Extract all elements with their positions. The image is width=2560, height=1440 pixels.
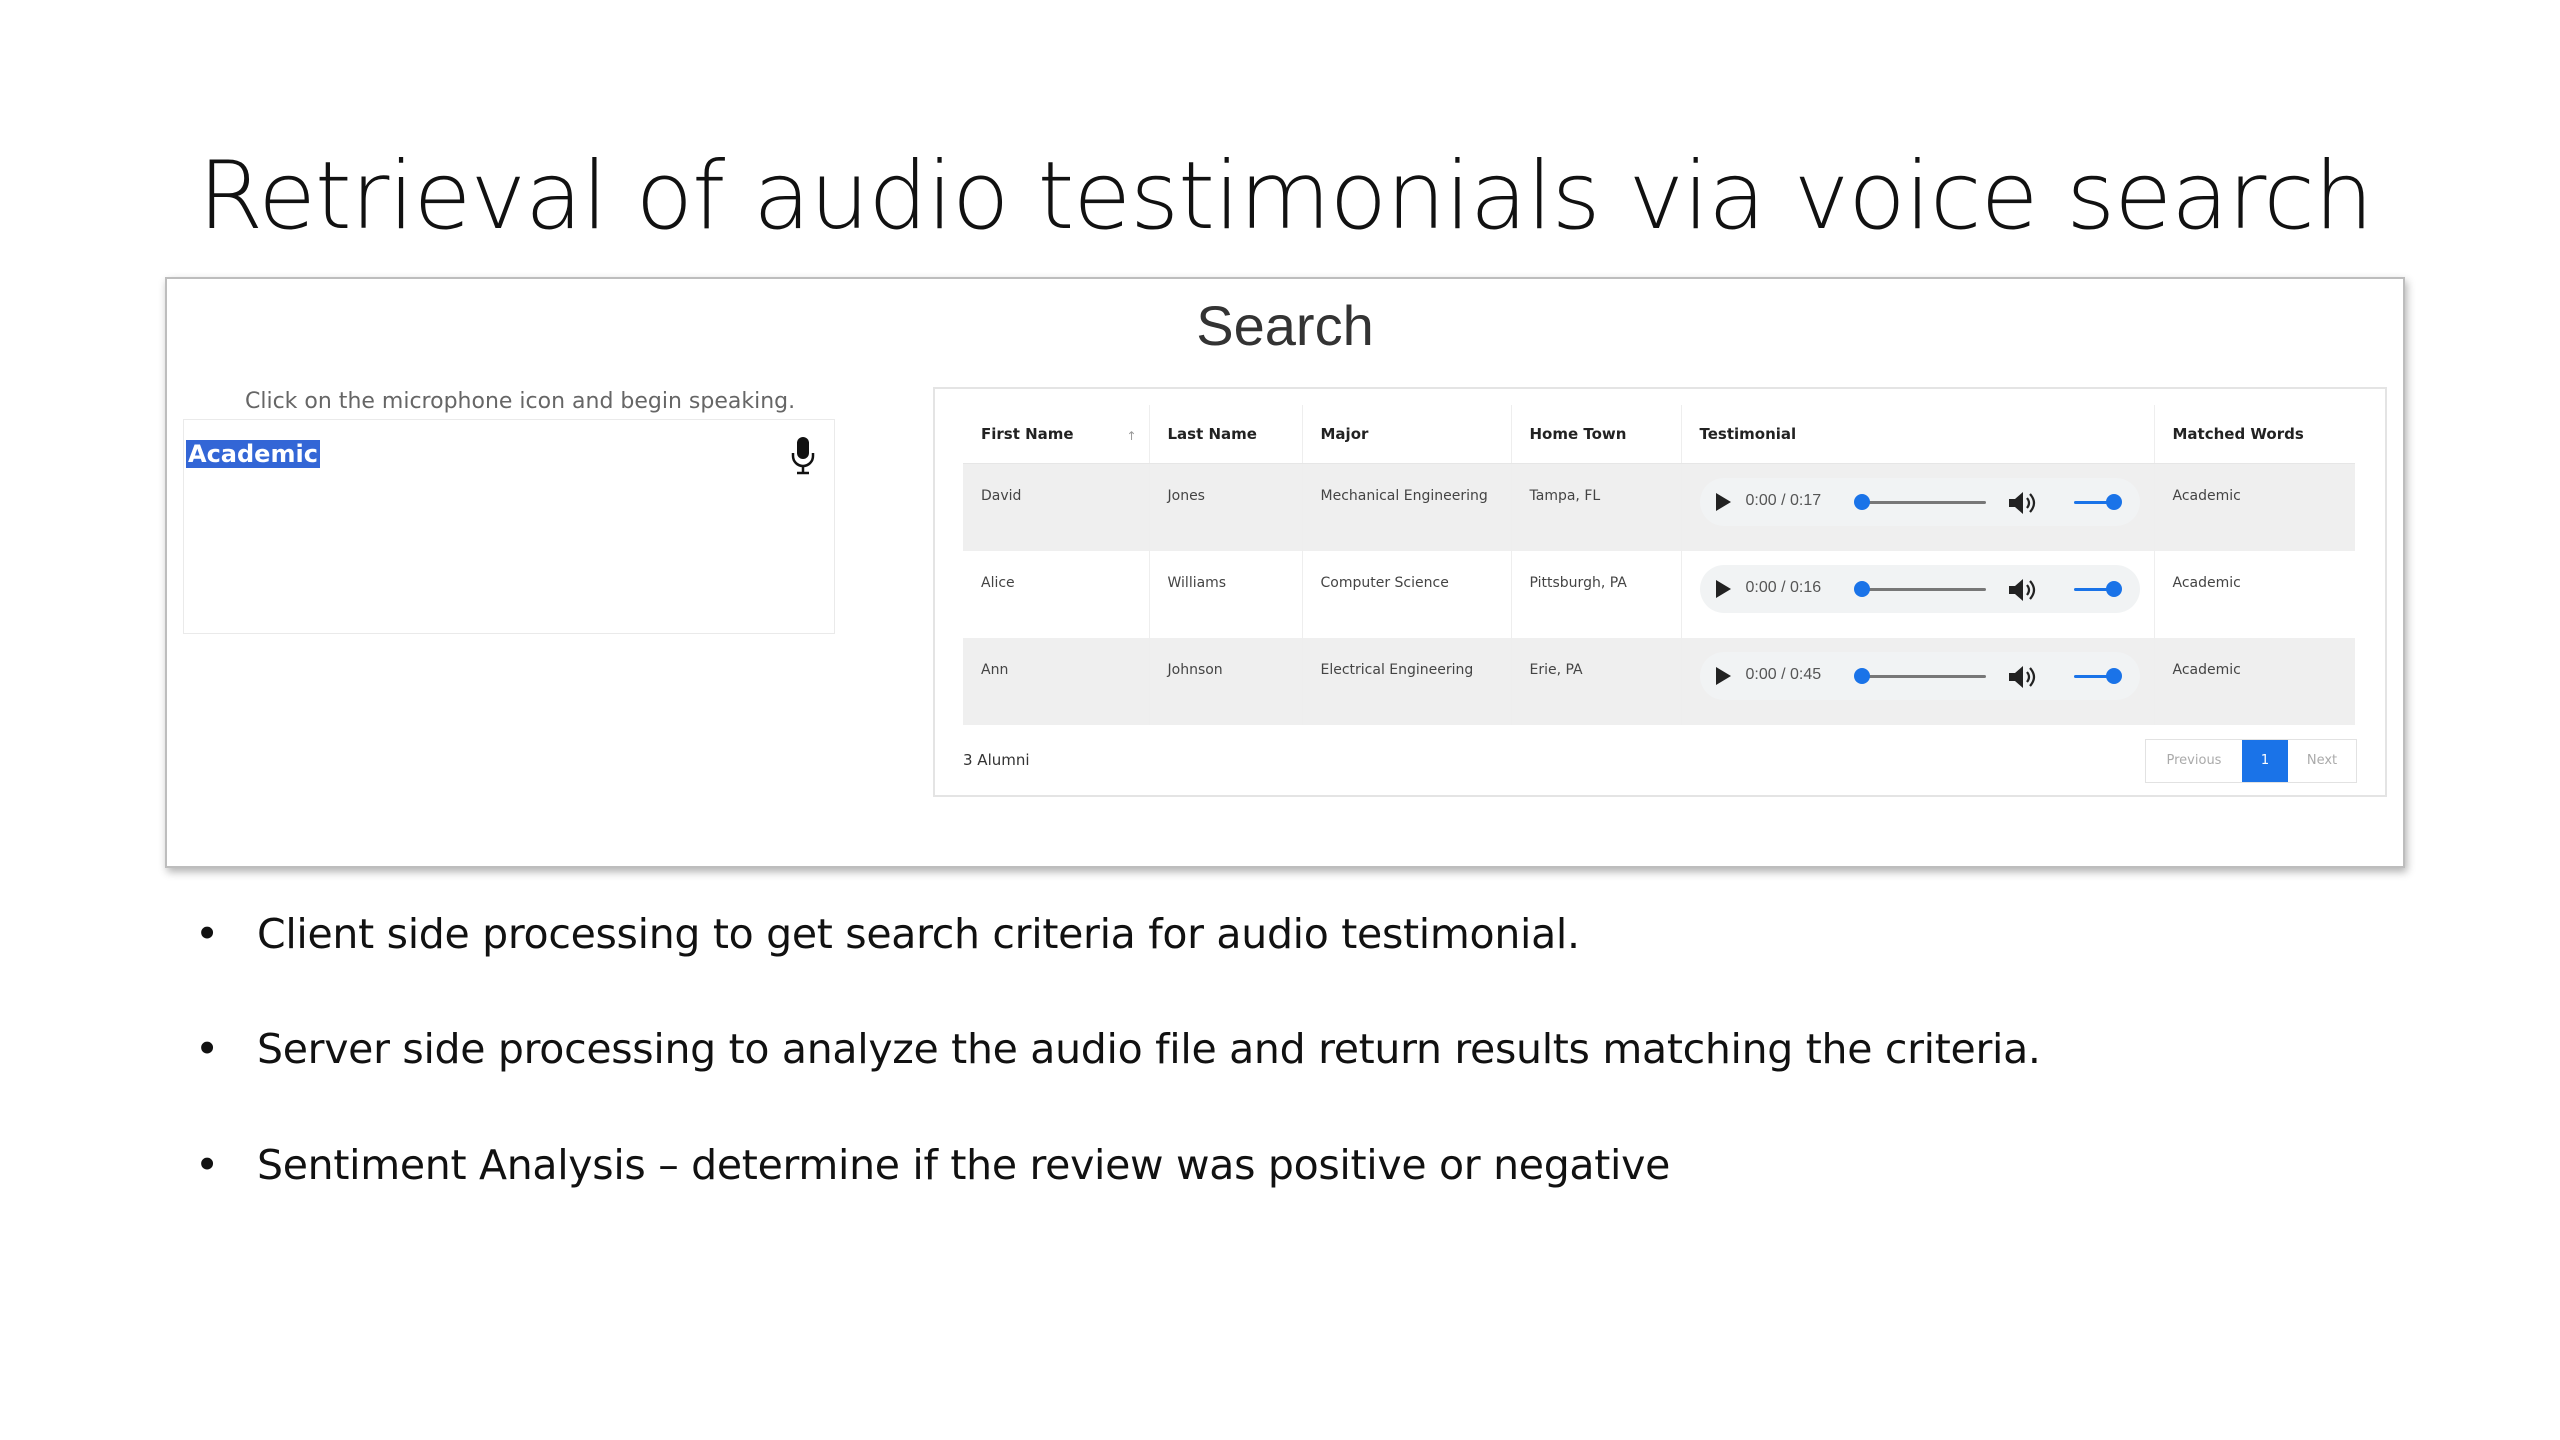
audio-time: 0:00 / 0:17 [1745,492,1822,509]
audio-player[interactable]: 0:00 / 0:45 [1699,651,2140,700]
cell-home-town: Erie, PA [1510,637,1681,725]
cell-home-town: Pittsburgh, PA [1510,550,1681,638]
seek-knob[interactable] [1853,580,1870,597]
cell-major: Computer Science [1301,550,1511,638]
play-icon[interactable] [1714,666,1732,686]
voice-hint: Click on the microphone icon and begin s… [245,389,796,414]
screenshot-frame: Search Click on the microphone icon and … [165,277,2405,868]
volume-icon[interactable] [2007,577,2037,603]
cell-last-name: Jones [1148,463,1302,551]
column-header-matched-words[interactable]: Matched Words [2153,405,2355,464]
volume-slider[interactable] [2073,580,2122,597]
audio-time: 0:00 / 0:16 [1745,578,1822,596]
table-row: Alice Williams Computer Science Pittsbur… [963,550,2355,638]
bullet-icon: • [195,1141,220,1189]
sort-asc-icon: ↑ [1126,429,1137,443]
cell-last-name: Williams [1148,550,1302,638]
cell-major: Mechanical Engineering [1301,463,1511,551]
pagination: Previous 1 Next [2145,739,2357,783]
table-row: Ann Johnson Electrical Engineering Erie,… [963,637,2355,725]
seek-slider[interactable] [1853,667,1986,684]
audio-player[interactable]: 0:00 / 0:16 [1699,564,2140,613]
cell-matched-words: Academic [2153,463,2355,551]
seek-slider[interactable] [1853,580,1986,597]
cell-testimonial: 0:00 / 0:45 [1680,637,2154,725]
volume-icon[interactable] [2007,664,2037,690]
seek-knob[interactable] [1853,494,1870,510]
bullet-text: Sentiment Analysis – determine if the re… [257,1141,1670,1189]
cell-matched-words: Academic [2153,637,2355,725]
play-icon[interactable] [1714,579,1732,599]
bullet-icon: • [195,1025,220,1073]
cell-first-name: Alice [963,550,1149,638]
table-info: 3 Alumni [963,751,1030,769]
cell-home-town: Tampa, FL [1510,463,1681,551]
column-header-first-name[interactable]: First Name ↑ [963,405,1149,464]
audio-time: 0:00 / 0:45 [1745,665,1822,683]
volume-knob[interactable] [2105,580,2122,597]
slide-title: Retrieval of audio testimonials via voic… [198,142,2374,251]
cell-first-name: Ann [963,637,1149,725]
audio-player[interactable]: 0:00 / 0:17 [1699,478,2140,526]
cell-matched-words: Academic [2153,550,2355,638]
volume-icon[interactable] [2007,490,2037,516]
bullet-text: Client side processing to get search cri… [257,910,1580,958]
table-header-row: First Name ↑ Last Name Major Home Town Te… [963,405,2355,464]
cell-major: Electrical Engineering [1301,637,1511,725]
bullet-text: Server side processing to analyze the au… [257,1025,2041,1073]
cell-testimonial: 0:00 / 0:17 [1680,463,2154,551]
recognized-text: Academic [186,440,320,468]
column-header-testimonial[interactable]: Testimonial [1680,405,2154,464]
cell-testimonial: 0:00 / 0:16 [1680,550,2154,638]
bullet-icon: • [195,910,220,958]
column-header-last-name[interactable]: Last Name [1148,405,1302,464]
voice-input-box[interactable]: Academic [183,419,835,634]
results-panel: First Name ↑ Last Name Major Home Town Te… [933,387,2387,797]
seek-slider[interactable] [1853,494,1986,510]
cell-first-name: David [963,463,1149,551]
cell-last-name: Johnson [1148,637,1302,725]
volume-slider[interactable] [2073,667,2122,684]
microphone-icon[interactable] [790,436,816,476]
volume-slider[interactable] [2073,494,2122,510]
table-row: David Jones Mechanical Engineering Tampa… [963,463,2355,551]
play-icon[interactable] [1714,492,1732,512]
volume-knob[interactable] [2105,494,2122,510]
next-page-button[interactable]: Next [2288,740,2356,782]
page-1-button[interactable]: 1 [2242,740,2288,782]
column-header-major[interactable]: Major [1301,405,1511,464]
search-heading: Search [1196,294,1374,357]
results-table: First Name ↑ Last Name Major Home Town Te… [963,405,2355,725]
column-header-home-town[interactable]: Home Town [1510,405,1681,464]
previous-page-button[interactable]: Previous [2146,740,2242,782]
seek-knob[interactable] [1853,667,1870,684]
volume-knob[interactable] [2105,667,2122,684]
